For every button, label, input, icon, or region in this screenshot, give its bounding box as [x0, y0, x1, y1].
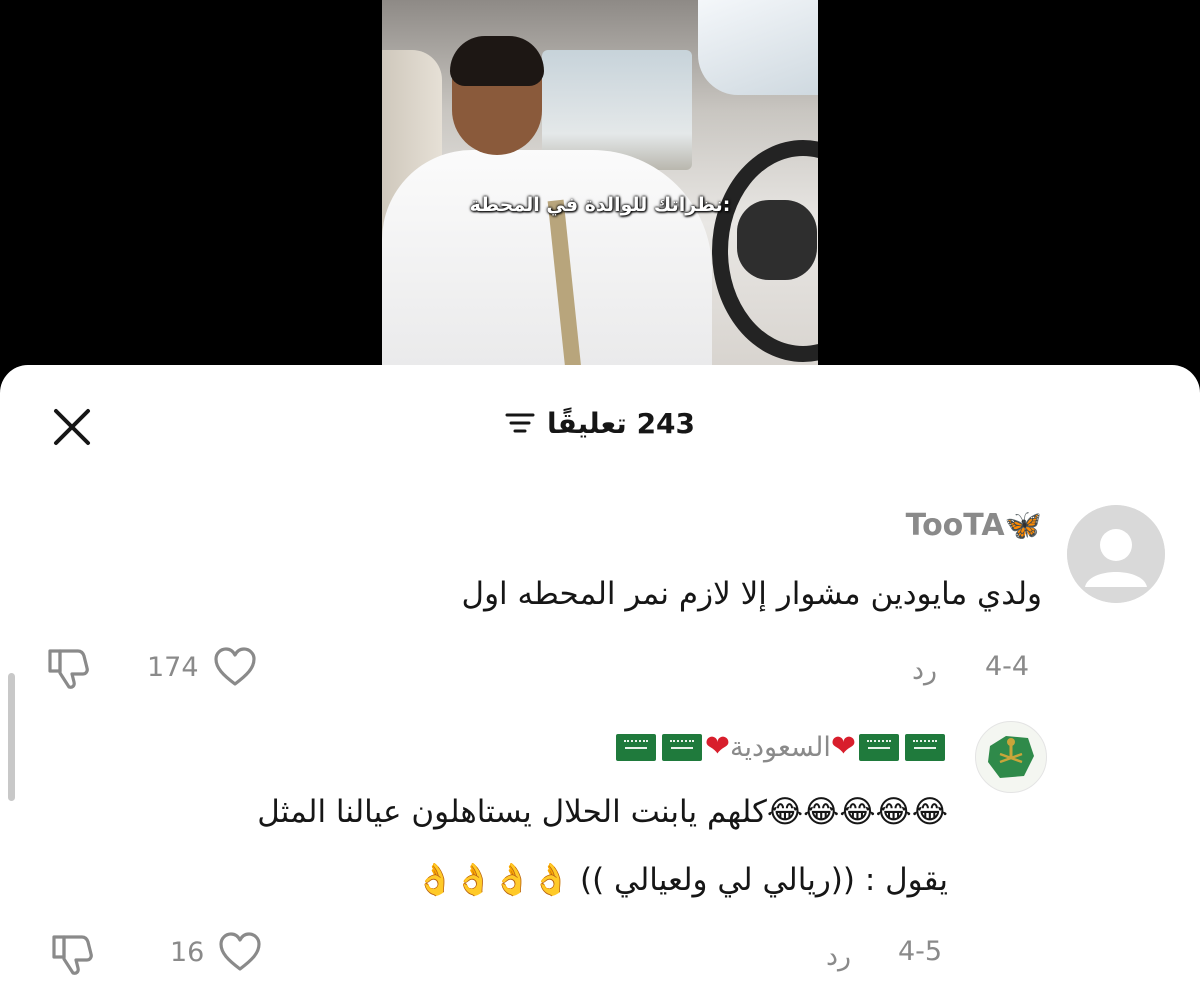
video-person-body	[382, 150, 712, 372]
default-avatar-icon	[1067, 505, 1165, 603]
comments-header: 243 تعليقًا	[0, 403, 1200, 443]
saudi-flag-icon	[905, 734, 945, 761]
comments-count-title: 243 تعليقًا	[546, 406, 696, 440]
saudi-flag-icon	[615, 734, 656, 761]
saudi-flag-icon	[859, 734, 899, 761]
heart-icon[interactable]	[218, 932, 262, 972]
like-count: 174	[147, 652, 199, 683]
comments-sheet: 243 تعليقًا TooTA🦋 ولدي مايودين مشوار إل…	[0, 365, 1200, 1005]
comment-username[interactable]: ❤السعودية❤	[613, 729, 948, 764]
reply-button[interactable]: رد	[912, 655, 937, 686]
thumbs-down-icon[interactable]	[48, 929, 96, 977]
video-person-hair	[450, 36, 544, 86]
avatar[interactable]	[975, 721, 1047, 793]
comment-date: 4-4	[985, 651, 1030, 682]
comment-text-line-2: يقول : ((ريالي لي ولعيالي )) 👌👌👌👌	[415, 862, 948, 898]
sort-filter-icon[interactable]	[505, 411, 535, 435]
comment-date: 4-5	[898, 936, 943, 967]
reply-button[interactable]: رد	[826, 941, 851, 972]
video-caption: نظراتك للوالدة في المحطة:	[469, 194, 731, 216]
username-text: السعودية	[730, 732, 831, 763]
like-count: 16	[170, 937, 205, 968]
comment-text: ولدي مايودين مشوار إلا لازم نمر المحطه ا…	[461, 576, 1042, 612]
comment-text-line-1: 😂😂😂😂😂كلهم يابنت الحلال يستاهلون عيالنا ا…	[257, 794, 948, 830]
saudi-emblem-icon	[988, 736, 1034, 778]
heart-icon[interactable]	[213, 647, 257, 687]
heart-emoji-icon: ❤	[704, 729, 731, 764]
thumbs-down-icon[interactable]	[44, 643, 92, 691]
scrollbar[interactable]	[8, 673, 15, 801]
heart-emoji-icon: ❤	[830, 729, 856, 764]
video-player[interactable]: نظراتك للوالدة في المحطة:	[382, 0, 818, 372]
video-windshield	[698, 0, 818, 95]
saudi-flag-icon	[661, 734, 702, 761]
comment-username[interactable]: TooTA🦋	[906, 508, 1042, 543]
avatar[interactable]	[1067, 505, 1165, 603]
